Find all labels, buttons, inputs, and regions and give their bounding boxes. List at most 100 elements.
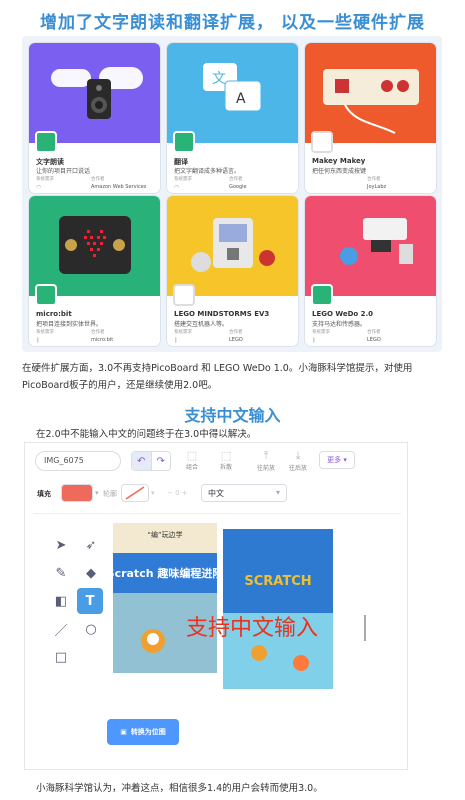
card-collaborator: JoyLabz bbox=[367, 184, 387, 190]
card-collab-label: 合作者 bbox=[91, 330, 105, 335]
paragraph-conclusion: 小海豚科学馆认为，冲着这点，相信很多1.4的用户会转而使用3.0。 bbox=[36, 783, 323, 794]
select-tool-icon[interactable]: ➤ bbox=[49, 533, 73, 557]
card-collab-label: 合作者 bbox=[229, 177, 243, 182]
reshape-tool-icon[interactable]: ➶ bbox=[79, 533, 103, 557]
extension-card-translate[interactable]: 文 A 翻译 把文字翻译成多种语言。 系统需求 合作者 ◠ Google bbox=[167, 43, 298, 193]
costume-name-input[interactable]: IMG_6075 bbox=[35, 451, 121, 471]
backward-icon: ⤓ bbox=[295, 449, 301, 462]
undo-icon[interactable]: ↶ bbox=[132, 452, 152, 470]
card-collab-label: 合作者 bbox=[367, 330, 381, 335]
svg-text:文: 文 bbox=[212, 71, 226, 87]
outline-dropdown-icon[interactable]: ▾ bbox=[151, 489, 155, 497]
card-collab-label: 合作者 bbox=[367, 177, 381, 182]
card-title: LEGO WeDo 2.0 bbox=[312, 310, 374, 318]
card-title: LEGO MINDSTORMS EV3 bbox=[174, 310, 270, 318]
card-banner bbox=[305, 43, 436, 143]
backward-label: 往后放 bbox=[288, 465, 307, 472]
wifi-icon: ◠ bbox=[174, 184, 180, 191]
lego-wedo-icon bbox=[311, 284, 333, 306]
ungroup-button[interactable]: ⬚ 拆散 bbox=[211, 449, 241, 471]
canvas-text: 支持中文输入 bbox=[186, 616, 318, 641]
fill-tool-icon[interactable]: ◧ bbox=[49, 589, 73, 613]
outline-label: 轮廓 bbox=[103, 490, 117, 498]
card-desc: 把文字翻译成多种语言。 bbox=[174, 168, 241, 175]
card-collaborator: Google bbox=[229, 184, 247, 190]
outline-width-stepper[interactable]: − 0 + bbox=[167, 489, 188, 497]
fill-color-picker[interactable] bbox=[61, 484, 93, 502]
card-req-label: 系统需求 bbox=[36, 330, 54, 335]
paragraph-hardware: 在硬件扩展方面，3.0不再支持PicoBoard 和 LEGO WeDo 1.0… bbox=[22, 363, 413, 391]
group-icon: ⬚ bbox=[186, 449, 198, 462]
font-value: 中文 bbox=[208, 489, 224, 498]
paragraph-chinese-input: 在2.0中不能输入中文的问题终于在3.0中得以解决。 bbox=[36, 429, 257, 440]
card-banner: 文 A bbox=[167, 43, 298, 143]
ungroup-icon: ⬚ bbox=[220, 449, 232, 462]
undo-redo-group: ↶ ↷ bbox=[131, 451, 171, 471]
card-req-label: 系统需求 bbox=[312, 330, 330, 335]
more-label: 更多 bbox=[327, 456, 342, 464]
card-desc: 让你的项目开口说话 bbox=[36, 168, 91, 175]
card-desc: 把任何东西变成按键 bbox=[312, 168, 367, 175]
card-banner bbox=[167, 196, 298, 296]
card-collaborator: Amazon Web Services bbox=[91, 184, 147, 190]
microbit-icon bbox=[35, 284, 57, 306]
fill-dropdown-icon[interactable]: ▾ bbox=[95, 489, 99, 497]
card-collab-label: 合作者 bbox=[91, 177, 105, 182]
makey-makey-icon bbox=[311, 131, 333, 153]
paint-editor: IMG_6075 ↶ ↷ ⬚ 组合 ⬚ 拆散 ⤒ 往前放 ⤓ 往后放 更多 ▾ 填充 ▾… bbox=[24, 442, 408, 770]
line-tool-icon[interactable]: ／ bbox=[49, 617, 73, 641]
brush-tool-icon[interactable]: ✎ bbox=[49, 561, 73, 585]
eraser-tool-icon[interactable]: ◆ bbox=[79, 561, 103, 585]
group-label: 组合 bbox=[185, 464, 198, 471]
card-req-label: 系统需求 bbox=[36, 177, 54, 182]
headline: 增加了文字朗读和翻译扩展， 以及一些硬件扩展 bbox=[40, 13, 425, 33]
text-tool-icon[interactable]: T bbox=[77, 588, 103, 614]
book1-title-text: Scratch 趣味编程进阶 bbox=[109, 566, 224, 580]
translate-icon bbox=[173, 131, 195, 153]
text-to-speech-icon bbox=[35, 131, 57, 153]
font-select[interactable]: 中文 ▾ bbox=[201, 484, 287, 502]
extension-card-lego-wedo[interactable]: LEGO WeDo 2.0 支持马达和传感器。 系统需求 合作者 ᛒ LEGO bbox=[305, 196, 436, 346]
book-cover-2: SCRATCH bbox=[223, 529, 333, 689]
convert-to-bitmap-button[interactable]: ▣ 转换为位图 bbox=[107, 719, 179, 745]
card-collaborator: LEGO bbox=[229, 337, 243, 343]
lego-ev3-icon bbox=[173, 284, 195, 306]
toolbar-divider bbox=[33, 513, 401, 514]
card-title: Makey Makey bbox=[312, 157, 366, 165]
rectangle-tool-icon[interactable]: □ bbox=[49, 645, 73, 669]
book1-top-text: “编”玩边学 bbox=[147, 530, 182, 539]
backward-button[interactable]: ⤓ 往后放 bbox=[283, 449, 313, 472]
card-desc: 搭建交互机器人等。 bbox=[174, 321, 229, 328]
ungroup-label: 拆散 bbox=[219, 464, 232, 471]
card-collab-label: 合作者 bbox=[229, 330, 243, 335]
extension-card-text-to-speech[interactable]: 文字朗读 让你的项目开口说话 系统需求 合作者 ◠ Amazon Web Ser… bbox=[29, 43, 160, 193]
section-heading: 支持中文输入 bbox=[184, 406, 281, 425]
card-banner bbox=[305, 196, 436, 296]
more-button[interactable]: 更多 ▾ bbox=[319, 451, 355, 469]
card-desc: 支持马达和传感器。 bbox=[312, 321, 367, 328]
circle-tool-icon[interactable]: ○ bbox=[79, 617, 103, 641]
bluetooth-icon: ᛒ bbox=[36, 337, 40, 344]
extension-card-makey-makey[interactable]: Makey Makey 把任何东西变成按键 合作者 JoyLabz bbox=[305, 43, 436, 193]
forward-button[interactable]: ⤒ 往前放 bbox=[251, 449, 281, 472]
extension-gallery: 文字朗读 让你的项目开口说话 系统需求 合作者 ◠ Amazon Web Ser… bbox=[22, 36, 442, 352]
forward-label: 往前放 bbox=[256, 465, 275, 472]
card-collaborator: LEGO bbox=[367, 337, 381, 343]
convert-label: 转换为位图 bbox=[130, 728, 166, 736]
outline-width-value: 0 bbox=[175, 489, 180, 497]
bluetooth-icon: ᛒ bbox=[312, 337, 316, 344]
forward-icon: ⤒ bbox=[263, 449, 269, 462]
card-title: micro:bit bbox=[36, 310, 72, 318]
redo-icon[interactable]: ↷ bbox=[152, 452, 171, 470]
extension-card-lego-ev3[interactable]: LEGO MINDSTORMS EV3 搭建交互机器人等。 系统需求 合作者 ᛒ… bbox=[167, 196, 298, 346]
svg-text:A: A bbox=[236, 91, 246, 107]
outline-color-picker[interactable] bbox=[121, 484, 149, 502]
card-collaborator: micro:bit bbox=[91, 337, 114, 343]
fill-label: 填充 bbox=[37, 490, 51, 498]
book-cover-1: “编”玩边学 Scratch 趣味编程进阶 bbox=[107, 523, 224, 673]
group-button[interactable]: ⬚ 组合 bbox=[177, 449, 207, 471]
card-req-label: 系统需求 bbox=[174, 330, 192, 335]
bluetooth-icon: ᛒ bbox=[174, 337, 178, 344]
wifi-icon: ◠ bbox=[36, 184, 42, 191]
extension-card-microbit[interactable]: micro:bit 把项目连接到实体世界。 系统需求 合作者 ᛒ micro:b… bbox=[29, 196, 160, 346]
